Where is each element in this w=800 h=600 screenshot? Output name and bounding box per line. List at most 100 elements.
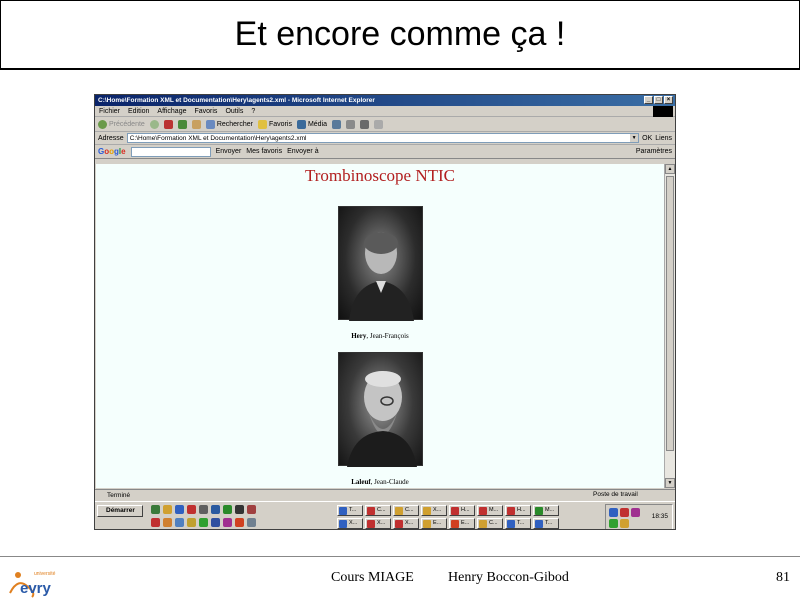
taskbar-task[interactable]: C... bbox=[477, 518, 503, 529]
person-first-name: Jean-François bbox=[369, 332, 409, 340]
app-icon[interactable] bbox=[187, 505, 196, 514]
tray-icon[interactable] bbox=[620, 508, 629, 517]
footer-author: Henry Boccon-Gibod bbox=[448, 570, 569, 585]
google-search-button[interactable]: Envoyer bbox=[216, 148, 242, 155]
taskbar-task[interactable]: X... bbox=[365, 518, 391, 529]
taskbar-task[interactable]: H... bbox=[449, 505, 475, 516]
slide-footer: evry université Cours MIAGE Henry Boccon… bbox=[0, 556, 800, 600]
address-bar: Adresse C:\Home\Formation XML et Documen… bbox=[95, 132, 675, 145]
footer-course: Cours MIAGE bbox=[331, 570, 414, 585]
google-news-button[interactable]: Mes favoris bbox=[246, 148, 282, 155]
google-options-button[interactable]: Paramètres bbox=[636, 148, 672, 155]
portrait-photo bbox=[338, 206, 423, 321]
word-icon[interactable] bbox=[211, 505, 220, 514]
refresh-icon[interactable] bbox=[177, 119, 187, 129]
menu-file[interactable]: Fichier bbox=[99, 108, 120, 115]
taskbar-task[interactable]: T... bbox=[505, 518, 531, 529]
stop-icon[interactable] bbox=[163, 119, 173, 129]
tray-icon[interactable] bbox=[609, 508, 618, 517]
taskbar-task[interactable]: M... bbox=[477, 505, 503, 516]
edit-icon[interactable] bbox=[374, 119, 384, 129]
app-icon[interactable] bbox=[151, 518, 160, 527]
forward-button[interactable] bbox=[149, 119, 159, 129]
scroll-up-icon[interactable]: ▲ bbox=[665, 164, 675, 174]
taskbar-task[interactable]: E... bbox=[449, 518, 475, 529]
desktop-icon[interactable] bbox=[151, 505, 160, 514]
scroll-down-icon[interactable]: ▼ bbox=[665, 478, 675, 488]
close-button[interactable]: × bbox=[664, 96, 673, 104]
taskbar-task[interactable]: X... bbox=[393, 518, 419, 529]
tray-icon[interactable] bbox=[609, 519, 618, 528]
vertical-scrollbar[interactable]: ▲ ▼ bbox=[664, 164, 675, 488]
person-first-name: Jean-Claude bbox=[374, 478, 409, 486]
menu-bar: Fichier Edition Affichage Favoris Outils… bbox=[95, 106, 675, 117]
start-button[interactable]: Démarrer bbox=[97, 505, 143, 517]
page-heading: Trombinoscope NTIC bbox=[304, 166, 455, 185]
person-caption: Hery, Jean-François bbox=[351, 332, 409, 340]
app-icon[interactable] bbox=[247, 518, 256, 527]
person-last-name: Hery bbox=[351, 332, 367, 340]
app-icon[interactable] bbox=[211, 518, 220, 527]
taskbar-task[interactable]: T... bbox=[533, 518, 559, 529]
address-input[interactable]: C:\Home\Formation XML et Documentation\H… bbox=[126, 133, 640, 143]
star-icon bbox=[258, 119, 267, 129]
app-icon[interactable] bbox=[223, 518, 232, 527]
slide-title: Et encore comme ça ! bbox=[234, 15, 566, 53]
excel-icon[interactable] bbox=[223, 505, 232, 514]
person-caption: Laleuf, Jean-Claude bbox=[351, 478, 409, 486]
tray-icon[interactable] bbox=[631, 508, 640, 517]
history-icon[interactable] bbox=[332, 119, 342, 129]
taskbar-task[interactable]: C... bbox=[365, 505, 391, 516]
taskbar-task[interactable]: T... bbox=[337, 505, 363, 516]
media-icon bbox=[296, 119, 306, 129]
menu-edit[interactable]: Edition bbox=[128, 108, 149, 115]
app-icon[interactable] bbox=[199, 518, 208, 527]
back-arrow-icon bbox=[98, 119, 107, 129]
maximize-button[interactable]: □ bbox=[654, 96, 663, 104]
search-button[interactable]: Rechercher bbox=[205, 119, 253, 129]
taskbar-task[interactable]: H... bbox=[505, 505, 531, 516]
app-icon[interactable] bbox=[163, 518, 172, 527]
google-search-input[interactable] bbox=[130, 146, 211, 157]
taskbar-task[interactable]: M... bbox=[533, 505, 559, 516]
menu-tools[interactable]: Outils bbox=[225, 108, 243, 115]
address-label: Adresse bbox=[98, 134, 124, 142]
menu-help[interactable]: ? bbox=[251, 108, 255, 115]
tray-icon[interactable] bbox=[620, 519, 629, 528]
home-icon[interactable] bbox=[191, 119, 201, 129]
taskbar-task[interactable]: E... bbox=[421, 518, 447, 529]
portrait-2-image bbox=[347, 371, 417, 467]
taskbar-task[interactable]: C... bbox=[393, 505, 419, 516]
chevron-down-icon[interactable]: ▼ bbox=[630, 134, 639, 142]
minimize-button[interactable]: _ bbox=[644, 96, 653, 104]
mail-icon[interactable] bbox=[346, 119, 356, 129]
folder-icon[interactable] bbox=[163, 505, 172, 514]
back-button[interactable]: Précédente bbox=[98, 119, 145, 129]
go-button[interactable]: OK bbox=[642, 135, 652, 142]
status-zone: Poste de travail bbox=[593, 491, 638, 498]
window-titlebar: C:\Home\Formation XML et Documentation\H… bbox=[95, 95, 675, 106]
taskbar-task[interactable]: X... bbox=[337, 518, 363, 529]
scroll-thumb[interactable] bbox=[666, 176, 674, 451]
status-text: Terminé bbox=[107, 491, 131, 499]
app-icon[interactable] bbox=[247, 505, 256, 514]
ie-icon[interactable] bbox=[175, 505, 184, 514]
print-icon[interactable] bbox=[360, 119, 370, 129]
favorites-button[interactable]: Favoris bbox=[258, 119, 292, 129]
app-icon[interactable] bbox=[187, 518, 196, 527]
taskbar-task[interactable]: X... bbox=[421, 505, 447, 516]
app-icon[interactable] bbox=[199, 505, 208, 514]
app-icon[interactable] bbox=[235, 505, 244, 514]
ie-throbber-icon bbox=[653, 106, 673, 117]
menu-view[interactable]: Affichage bbox=[157, 108, 186, 115]
google-toolbar: Google Envoyer Mes favoris Envoyer à Par… bbox=[95, 145, 675, 159]
app-icon[interactable] bbox=[175, 518, 184, 527]
media-button[interactable]: Média bbox=[296, 119, 327, 129]
links-button[interactable]: Liens bbox=[655, 135, 672, 142]
system-tray: 18:35 bbox=[605, 504, 673, 529]
status-bar: Terminé Poste de travail bbox=[95, 489, 675, 500]
app-icon[interactable] bbox=[235, 518, 244, 527]
menu-favorites[interactable]: Favoris bbox=[194, 108, 217, 115]
google-send-button[interactable]: Envoyer à bbox=[287, 148, 319, 155]
window-title: C:\Home\Formation XML et Documentation\H… bbox=[98, 97, 375, 104]
